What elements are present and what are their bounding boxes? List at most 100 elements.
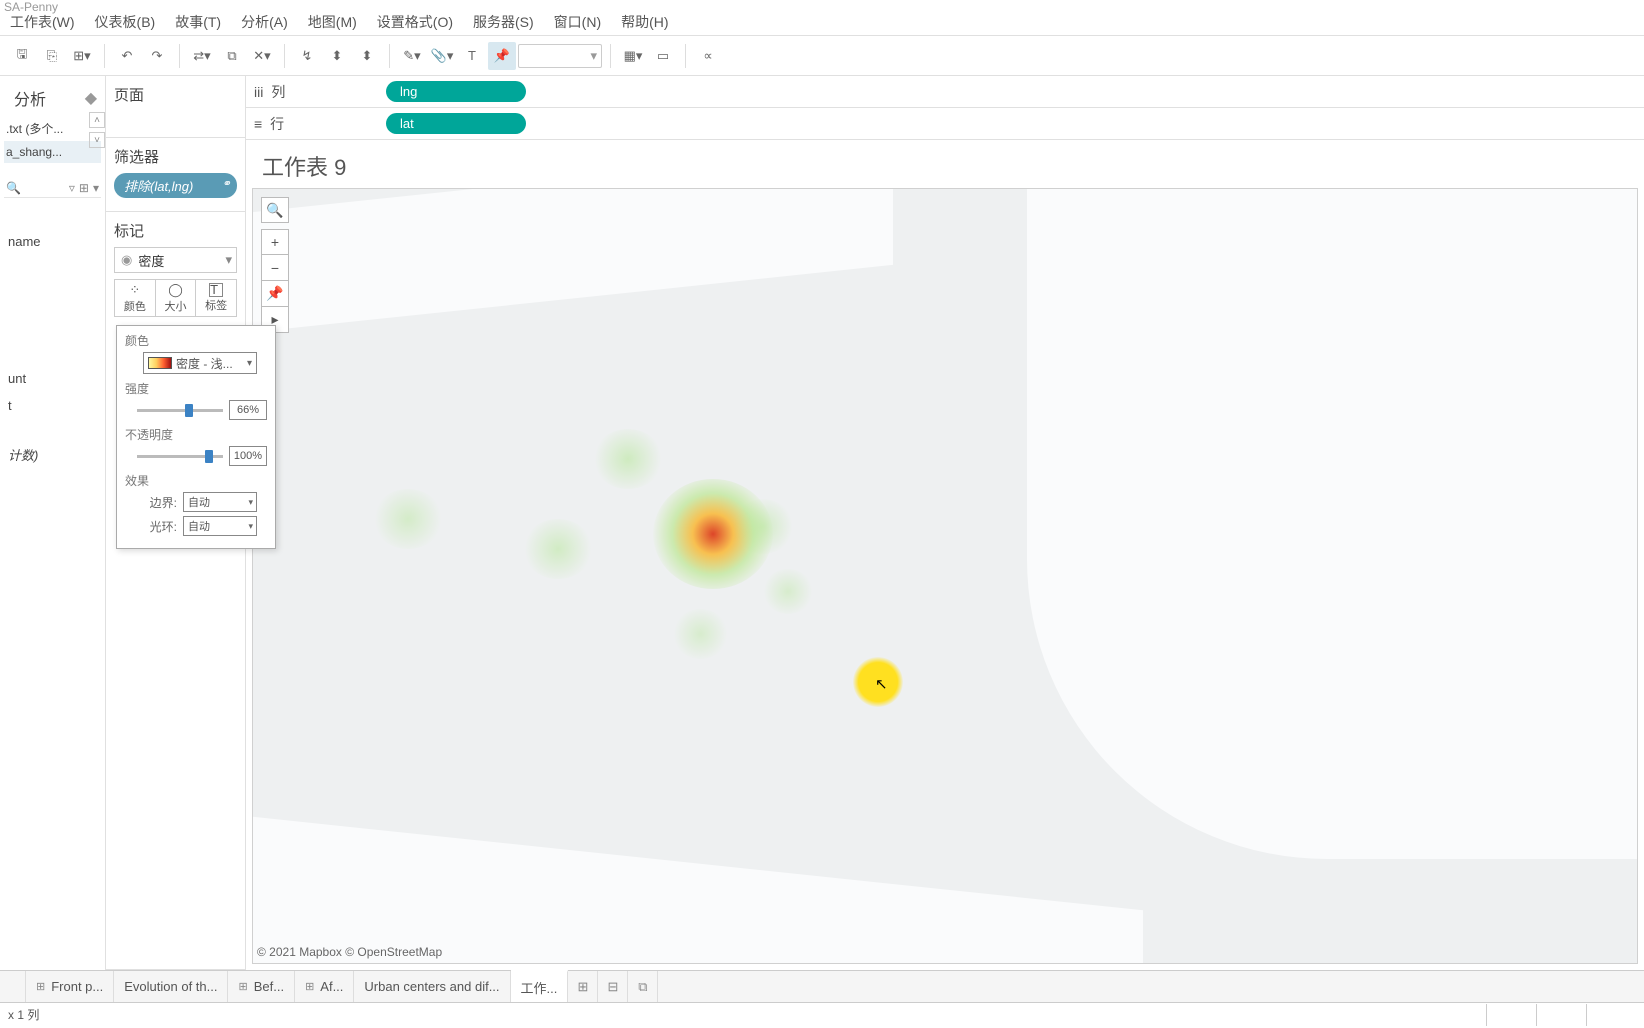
share-icon[interactable]: ∝ — [694, 42, 722, 70]
menu-format[interactable]: 设置格式(O) — [367, 8, 463, 36]
heat-hotspot — [593, 429, 663, 489]
heat-hotspot — [673, 609, 728, 659]
menu-worksheet[interactable]: 工作表(W) — [0, 8, 85, 36]
analysis-header[interactable]: 分析 ◆ — [4, 80, 101, 116]
fit-dropdown[interactable]: ▾ — [518, 44, 602, 68]
scroll-down-icon[interactable]: ˅ — [89, 132, 105, 148]
water-shape — [1027, 188, 1638, 859]
mark-color-button[interactable]: ⁘ 颜色 — [114, 279, 156, 317]
sheet-tab[interactable]: Urban centers and dif... — [354, 971, 510, 1002]
search-icon[interactable]: 🔍 — [6, 181, 21, 195]
gradient-swatch — [148, 357, 172, 369]
columns-icon: iii — [254, 84, 263, 100]
save-icon[interactable]: 🖫 — [8, 42, 36, 70]
opacity-slider[interactable] — [137, 455, 223, 458]
new-dashboard-tab-icon[interactable]: ⊟ — [598, 971, 628, 1002]
sheet-tab[interactable]: ⊞Front p... — [26, 971, 114, 1002]
menu-icon[interactable]: ▾ — [93, 181, 99, 195]
opacity-value[interactable]: 100% — [229, 446, 267, 466]
undo-icon[interactable]: ↶ — [113, 42, 141, 70]
pages-card-header: 页面 — [114, 84, 237, 105]
filter-icon[interactable]: ▿ — [69, 181, 75, 195]
menu-window[interactable]: 窗口(N) — [544, 8, 611, 36]
heat-hotspot — [733, 499, 793, 554]
map-pin-icon[interactable]: 📌 — [261, 281, 289, 307]
scroll-up-icon[interactable]: ˄ — [89, 112, 105, 128]
sheet-tab-active[interactable]: 工作... — [511, 970, 569, 1002]
map-viz[interactable]: ↖ 🔍 + − 📌 ▸ © 2021 Mapbox © OpenStreetMa… — [252, 188, 1638, 964]
mark-label-button[interactable]: T 标签 — [196, 279, 237, 317]
sheet-tab[interactable]: ⊞Af... — [295, 971, 354, 1002]
halo-label: 光环: — [143, 518, 177, 535]
datasource-item[interactable]: a_shang... — [4, 141, 101, 163]
map-attribution: © 2021 Mapbox © OpenStreetMap — [257, 945, 442, 959]
swap-icon[interactable]: ⇄▾ — [188, 42, 216, 70]
rows-pill-lat[interactable]: lat — [386, 113, 526, 134]
menu-dashboard[interactable]: 仪表板(B) — [85, 8, 166, 36]
map-search-icon[interactable]: 🔍 — [261, 197, 289, 223]
clear-icon[interactable]: ✕▾ — [248, 42, 276, 70]
mark-size-label: 大小 — [165, 298, 187, 314]
slider-thumb[interactable] — [185, 404, 193, 417]
field-count[interactable]: 计数) — [4, 439, 101, 470]
columns-pill-lng[interactable]: lng — [386, 81, 526, 102]
new-story-tab-icon[interactable]: ⧉ — [628, 971, 658, 1002]
autofix-icon[interactable]: ↯ — [293, 42, 321, 70]
halo-dropdown[interactable]: 自动 — [183, 516, 257, 536]
highlight-icon[interactable]: ✎▾ — [398, 42, 426, 70]
mark-label-label: 标签 — [205, 297, 227, 313]
separator — [284, 44, 285, 68]
mark-size-button[interactable]: ◯ 大小 — [156, 279, 197, 317]
menu-story[interactable]: 故事(T) — [165, 8, 231, 36]
tab-label: Urban centers and dif... — [364, 979, 499, 994]
intensity-value[interactable]: 66% — [229, 400, 267, 420]
sort-asc-icon[interactable]: ⬍ — [323, 42, 351, 70]
showme-icon[interactable]: ▦▾ — [619, 42, 647, 70]
attach-icon[interactable]: 📎▾ — [428, 42, 456, 70]
pin-icon[interactable]: 📌 — [488, 42, 516, 70]
tab-scroll-left[interactable] — [0, 971, 26, 1002]
menu-server[interactable]: 服务器(S) — [463, 8, 544, 36]
water-shape — [252, 816, 1143, 964]
mark-color-label: 颜色 — [124, 298, 146, 314]
cp-opacity-label: 不透明度 — [125, 426, 267, 443]
palette-dropdown[interactable]: 密度 - 浅... — [143, 352, 257, 374]
slider-thumb[interactable] — [205, 450, 213, 463]
status-bar: x 1 列 — [0, 1002, 1644, 1026]
map-zoom-out-icon[interactable]: − — [261, 255, 289, 281]
label-icon[interactable]: T — [458, 42, 486, 70]
tab-label: Evolution of th... — [124, 979, 217, 994]
border-dropdown[interactable]: 自动 — [183, 492, 257, 512]
menu-analysis[interactable]: 分析(A) — [231, 8, 298, 36]
marks-type-dropdown[interactable]: ◉ 密度 ▾ — [114, 247, 237, 273]
link-icon: ⚭ — [222, 177, 231, 190]
view-icon[interactable]: ⊞ — [79, 181, 89, 195]
cp-effects-label: 效果 — [125, 472, 267, 489]
marks-type-label: 密度 — [138, 251, 164, 270]
new-worksheet-icon[interactable]: ⊞▾ — [68, 42, 96, 70]
field-unt[interactable]: unt — [4, 365, 101, 392]
rows-icon: ≡ — [254, 116, 262, 132]
sort-desc-icon[interactable]: ⬍ — [353, 42, 381, 70]
intensity-slider[interactable] — [137, 409, 223, 412]
duplicate-icon[interactable]: ⧉ — [218, 42, 246, 70]
menu-map[interactable]: 地图(M) — [298, 8, 367, 36]
redo-icon[interactable]: ↷ — [143, 42, 171, 70]
new-datasource-icon[interactable]: ⎘ — [38, 42, 66, 70]
field-t[interactable]: t — [4, 392, 101, 419]
field-name[interactable]: name — [4, 228, 101, 255]
datasource-item[interactable]: .txt (多个... — [4, 116, 101, 141]
new-worksheet-tab-icon[interactable]: ⊞ — [568, 971, 598, 1002]
present-icon[interactable]: ▭ — [649, 42, 677, 70]
separator — [685, 44, 686, 68]
menu-help[interactable]: 帮助(H) — [611, 8, 678, 36]
sheet-title[interactable]: 工作表 9 — [246, 140, 1644, 188]
sheet-tab[interactable]: Evolution of th... — [114, 971, 228, 1002]
border-label: 边界: — [143, 494, 177, 511]
sheet-tab[interactable]: ⊞Bef... — [228, 971, 295, 1002]
dashboard-icon: ⊞ — [305, 980, 314, 993]
map-zoom-in-icon[interactable]: + — [261, 229, 289, 255]
collapse-icon[interactable]: ◆ — [85, 88, 97, 108]
filters-card-header: 筛选器 — [114, 146, 237, 167]
filter-pill[interactable]: 排除(lat,lng) ⚭ — [114, 173, 237, 198]
